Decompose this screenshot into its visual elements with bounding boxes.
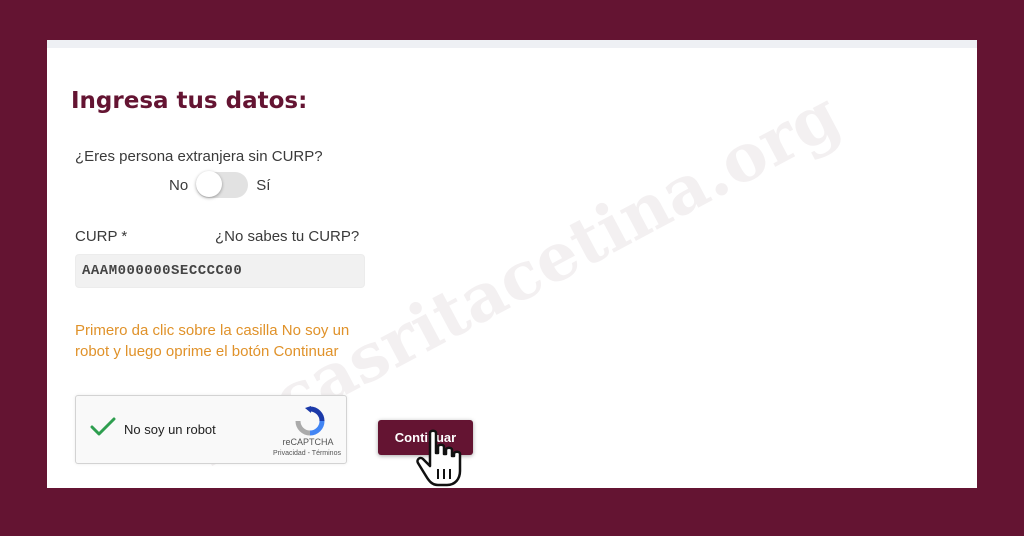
foreign-toggle-row: No Sí (169, 171, 271, 198)
toggle-off-label: No (169, 176, 189, 194)
recaptcha-label: No soy un robot (124, 422, 216, 437)
recaptcha-logo-icon (295, 406, 325, 441)
curp-input[interactable] (75, 254, 365, 288)
curp-label: CURP * (75, 228, 128, 245)
pointer-hand-icon (414, 429, 466, 488)
toggle-on-label: Sí (256, 176, 271, 194)
toggle-knob (196, 171, 223, 197)
page-title: Ingresa tus datos: (71, 88, 308, 114)
form-card: becasritacetina.org Ingresa tus datos: ¿… (47, 40, 977, 488)
checkmark-icon[interactable] (90, 416, 116, 443)
curp-help-link[interactable]: ¿No sabes tu CURP? (215, 228, 359, 245)
recaptcha-links[interactable]: Privacidad - Términos (262, 450, 352, 457)
foreign-question-label: ¿Eres persona extranjera sin CURP? (75, 148, 323, 165)
recaptcha-brand: reCAPTCHA (282, 437, 334, 447)
instruction-hint: Primero da clic sobre la casilla No soy … (75, 322, 350, 360)
recaptcha-widget[interactable]: No soy un robot reCAPTCHA Privacidad - T… (75, 395, 347, 464)
foreign-toggle-switch[interactable] (196, 171, 249, 198)
